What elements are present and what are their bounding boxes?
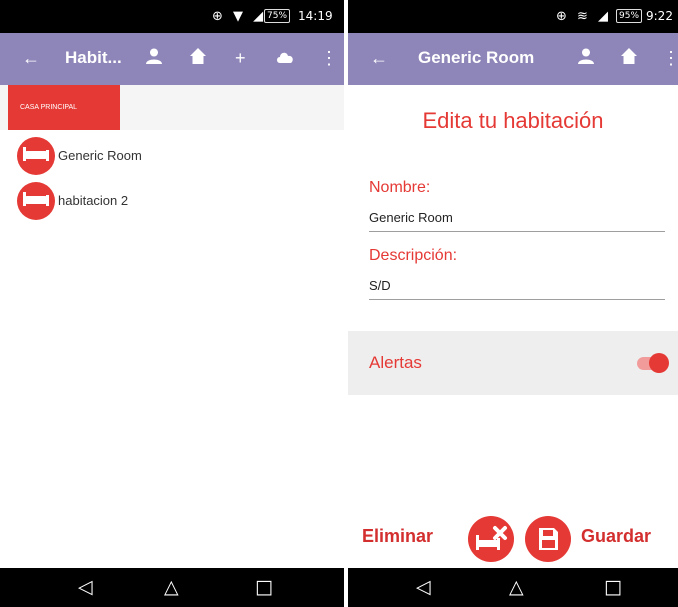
bed-icon-badge — [17, 182, 55, 220]
alerts-label: Alertas — [369, 353, 422, 372]
toolbar: ← Generic Room ⋮ — [348, 33, 678, 85]
delete-label[interactable]: Eliminar — [362, 526, 433, 547]
home-icon-svg — [190, 48, 206, 64]
bed-icon — [23, 147, 49, 161]
name-label: Nombre: — [369, 179, 431, 196]
room-name: habitacion 2 — [58, 193, 129, 208]
more-vert-icon[interactable]: ⋮ — [320, 47, 338, 69]
person-icon-svg — [146, 48, 162, 64]
right-phone-screen: ⊕ ≋ ◢ 95% 9:22 ← Generic Room ⋮ Edita tu… — [348, 0, 678, 607]
status-time: 14:19 — [298, 9, 333, 23]
battery-indicator: 75% — [264, 9, 291, 23]
cloud-icon-svg — [277, 52, 293, 63]
save-floppy-icon — [539, 528, 558, 550]
save-label[interactable]: Guardar — [581, 526, 651, 547]
more-vert-icon[interactable]: ⋮ — [662, 47, 678, 69]
description-field[interactable]: S/D — [369, 273, 665, 300]
status-icons: ⊕ ▼ ◢ — [212, 9, 267, 24]
person-icon[interactable] — [145, 47, 163, 70]
home-icon[interactable] — [620, 47, 638, 70]
add-icon[interactable]: + — [235, 47, 246, 69]
person-icon-svg — [578, 48, 594, 64]
delete-bed-icon — [476, 526, 507, 550]
toolbar: ← Habit... + ⋮ — [0, 33, 344, 85]
back-nav-icon[interactable]: ◁ — [416, 576, 431, 598]
form-heading: Edita tu habitación — [422, 108, 604, 133]
battery-indicator: 95% — [616, 9, 643, 23]
alerts-row: Alertas — [348, 331, 678, 395]
alerts-toggle-knob[interactable] — [649, 353, 669, 373]
home-icon[interactable] — [189, 47, 207, 70]
nav-bar: ◁ △ □ — [0, 568, 344, 607]
recents-nav-icon[interactable]: □ — [255, 576, 273, 598]
status-time: 9:22 — [646, 9, 673, 23]
nav-bar: ◁ △ □ — [348, 568, 678, 607]
recents-nav-icon[interactable]: □ — [604, 576, 622, 598]
delete-room-button[interactable] — [468, 516, 514, 562]
status-bar: ⊕ ▼ ◢ 75% 14:19 — [0, 0, 344, 33]
bed-icon — [23, 192, 49, 206]
room-name: Generic Room — [58, 148, 142, 163]
back-arrow-icon[interactable]: ← — [22, 47, 40, 69]
person-icon[interactable] — [577, 47, 595, 70]
save-room-button[interactable] — [525, 516, 571, 562]
description-label: Descripción: — [369, 247, 458, 264]
toolbar-title: Habit... — [65, 48, 122, 67]
tab-casa-principal[interactable]: CASA PRINCIPAL — [8, 85, 120, 130]
status-bar: ⊕ ≋ ◢ 95% 9:22 — [348, 0, 678, 33]
name-field[interactable]: Generic Room — [369, 205, 665, 232]
back-arrow-icon[interactable]: ← — [370, 47, 388, 69]
cloud-icon[interactable] — [275, 47, 295, 69]
home-nav-icon[interactable]: △ — [509, 576, 524, 598]
bed-icon-badge — [17, 137, 55, 175]
status-icons: ⊕ ≋ ◢ — [556, 9, 612, 24]
home-icon-svg — [621, 48, 637, 64]
home-nav-icon[interactable]: △ — [164, 576, 179, 598]
toolbar-title: Generic Room — [418, 48, 535, 67]
back-nav-icon[interactable]: ◁ — [78, 576, 93, 598]
left-phone-screen: ⊕ ▼ ◢ 75% 14:19 ← Habit... + ⋮ CASA PRIN… — [0, 0, 344, 607]
